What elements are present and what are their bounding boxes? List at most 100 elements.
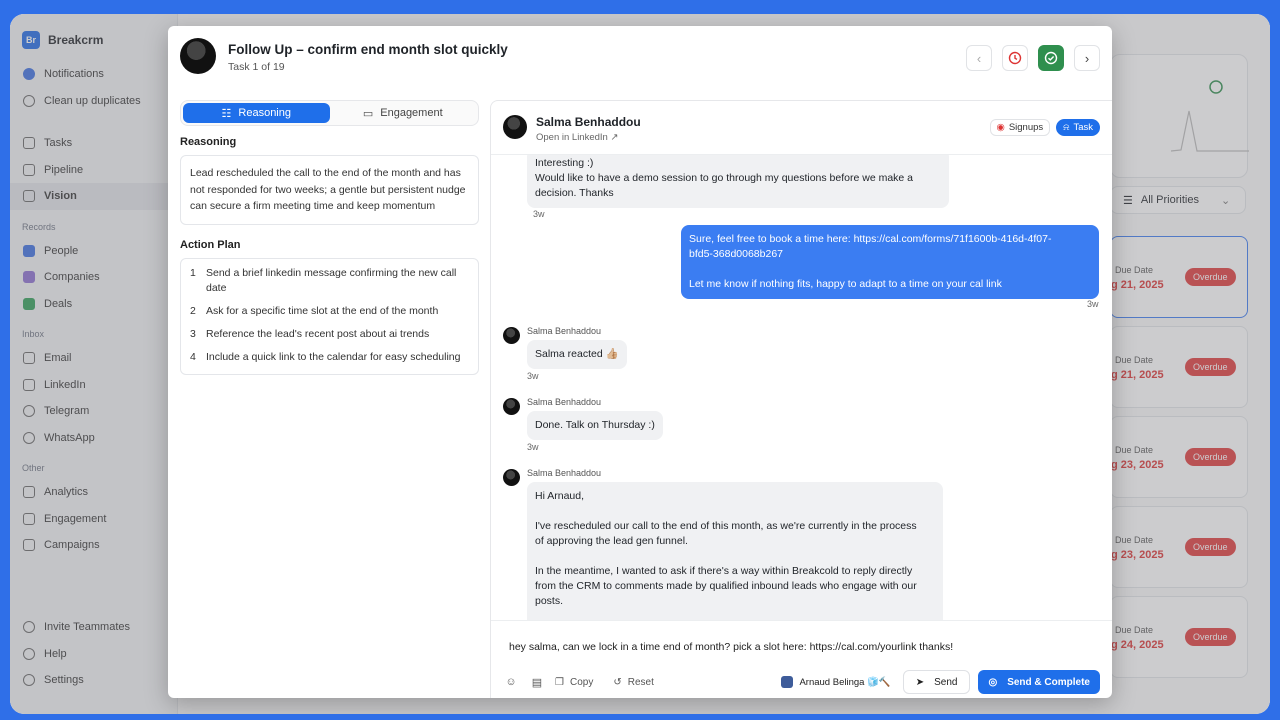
sender-selector[interactable]: Arnaud Belinga 🧊🔨 bbox=[781, 676, 891, 688]
message-line: Would like to have a demo session to go … bbox=[535, 172, 914, 184]
message-icon: ▭ bbox=[362, 107, 374, 120]
button-label: Reset bbox=[627, 676, 654, 688]
avatar bbox=[781, 676, 794, 688]
message-input[interactable]: hey salma, can we lock in a time end of … bbox=[509, 641, 953, 653]
avatar bbox=[503, 469, 520, 486]
message-line: Sure, feel free to book a time here: htt… bbox=[689, 233, 1052, 245]
task-counter: Task 1 of 19 bbox=[228, 61, 285, 73]
copy-icon: ❐ bbox=[555, 676, 564, 688]
step-number: 3 bbox=[190, 327, 196, 340]
action-plan-heading: Action Plan bbox=[180, 238, 241, 251]
complete-button[interactable] bbox=[1038, 45, 1064, 71]
message-bubble-incoming: Done. Talk on Thursday :) bbox=[527, 411, 663, 440]
avatar bbox=[503, 327, 520, 344]
step-number: 2 bbox=[190, 304, 196, 317]
target-icon: ◉ bbox=[996, 122, 1005, 133]
avatar bbox=[180, 38, 216, 74]
tab-engagement[interactable]: ▭ Engagement bbox=[330, 103, 477, 123]
chevron-left-icon: ‹ bbox=[976, 50, 982, 66]
signups-tag[interactable]: ◉ Signups bbox=[989, 119, 1051, 136]
reasoning-text: Lead rescheduled the call to the end of … bbox=[180, 155, 479, 225]
message-line: Hi Arnaud, bbox=[535, 490, 585, 502]
previous-task-button[interactable]: ‹ bbox=[966, 45, 992, 71]
button-label: Copy bbox=[569, 676, 594, 688]
step-text: Send a brief linkedin message confirming… bbox=[206, 266, 457, 294]
brain-icon: ☷ bbox=[221, 107, 232, 120]
step-text: Ask for a specific time slot at the end … bbox=[206, 304, 439, 317]
message-text: Salma reacted 👍🏼 bbox=[535, 348, 619, 360]
page-title: Follow Up – confirm end month slot quick… bbox=[228, 42, 508, 57]
message-line: of approving the lead gen funnel. bbox=[535, 535, 688, 547]
sender-name: Arnaud Belinga 🧊🔨 bbox=[799, 676, 891, 688]
template-icon[interactable]: ▤ bbox=[529, 674, 545, 690]
message-line: Interesting :) bbox=[535, 157, 594, 169]
next-task-button[interactable]: › bbox=[1074, 45, 1100, 71]
link-label: Open in LinkedIn bbox=[536, 132, 608, 143]
send-complete-button[interactable]: ◎ Send & Complete bbox=[978, 670, 1100, 694]
message-line: Let me know if nothing fits, happy to ad… bbox=[689, 278, 1002, 290]
message-line: In the meantime, I wanted to ask if ther… bbox=[535, 565, 913, 577]
action-plan-list: 1 Send a brief linkedin message confirmin… bbox=[180, 257, 479, 375]
avatar bbox=[503, 115, 527, 139]
button-label: Send bbox=[934, 676, 958, 688]
list-item: 3 Reference the lead's recent post about … bbox=[190, 327, 469, 342]
clock-icon bbox=[1008, 51, 1022, 65]
send-button[interactable]: ➤ Send bbox=[902, 670, 971, 694]
step-text: Include a quick link to the calendar for… bbox=[206, 350, 461, 363]
reset-button[interactable]: ↺ Reset bbox=[613, 677, 654, 688]
message-composer: hey salma, can we lock in a time end of … bbox=[491, 620, 1112, 698]
bell-icon: ⍾ bbox=[1063, 122, 1070, 133]
message-line: decision. Thanks bbox=[535, 187, 614, 199]
tag-label: Signups bbox=[1008, 122, 1044, 133]
composer-toolbar: ☺ ▤ ❐ Copy ↺ Reset Arnaud Belinga 🧊🔨 ➤ Send… bbox=[503, 670, 1100, 694]
emoji-icon[interactable]: ☺ bbox=[503, 674, 519, 690]
contact-name: Salma Benhaddou bbox=[536, 115, 641, 129]
message-line: I've rescheduled our call to the end of … bbox=[535, 520, 917, 532]
panel-tabs: ☷ Reasoning ▭ Engagement bbox=[180, 100, 479, 126]
tab-label: Reasoning bbox=[238, 107, 291, 119]
message-text: Done. Talk on Thursday :) bbox=[535, 419, 655, 431]
message-line: from the CRM to comments made by qualifi… bbox=[535, 580, 917, 592]
message-timestamp: 3w bbox=[527, 371, 539, 381]
message-line: posts. bbox=[535, 595, 564, 607]
contact-header: Salma Benhaddou Open in LinkedIn ↗ ◉ Sign… bbox=[491, 101, 1112, 155]
message-sender: Salma Benhaddou bbox=[527, 468, 602, 478]
tab-label: Engagement bbox=[380, 107, 443, 119]
open-linkedin-link[interactable]: Open in LinkedIn ↗ bbox=[536, 132, 618, 143]
message-timestamp: 3w bbox=[1087, 299, 1099, 309]
modal-nav: ‹ › bbox=[966, 45, 1100, 71]
app-window: Br Breakcrm Notifications Clean up dupli… bbox=[10, 14, 1270, 714]
message-bubble-incoming: Interesting :) Would like to have a demo… bbox=[527, 155, 949, 208]
step-number: 1 bbox=[190, 266, 196, 279]
list-item: 4 Include a quick link to the calendar fo… bbox=[190, 350, 469, 365]
send-icon: ➤ bbox=[915, 676, 925, 688]
step-number: 4 bbox=[190, 350, 196, 363]
snooze-button[interactable] bbox=[1002, 45, 1028, 71]
step-text: Reference the lead's recent post about a… bbox=[206, 327, 430, 340]
message-bubble-outgoing: Sure, feel free to book a time here: htt… bbox=[681, 225, 1099, 299]
contact-tags: ◉ Signups ⍾ Task bbox=[989, 119, 1100, 136]
message-gap bbox=[535, 504, 935, 519]
button-label: Send & Complete bbox=[1007, 676, 1090, 688]
chevron-right-icon: › bbox=[1084, 50, 1090, 66]
message-bubble-incoming: Hi Arnaud, I've rescheduled our call to … bbox=[527, 482, 943, 621]
message-thread[interactable]: Interesting :) Would like to have a demo… bbox=[491, 155, 1112, 621]
task-modal: Follow Up – confirm end month slot quick… bbox=[168, 26, 1112, 698]
reasoning-heading: Reasoning bbox=[180, 136, 237, 148]
message-gap bbox=[689, 262, 1091, 277]
check-circle-icon bbox=[1044, 51, 1058, 65]
list-item: 2 Ask for a specific time slot at the end… bbox=[190, 304, 469, 319]
message-bubble-incoming: Salma reacted 👍🏼 bbox=[527, 340, 627, 369]
reasoning-panel: ☷ Reasoning ▭ Engagement Reasoning Lead … bbox=[180, 100, 479, 375]
message-sender: Salma Benhaddou bbox=[527, 326, 602, 336]
reset-icon: ↺ bbox=[613, 676, 622, 688]
tab-reasoning[interactable]: ☷ Reasoning bbox=[183, 103, 330, 123]
modal-header: Follow Up – confirm end month slot quick… bbox=[168, 26, 1112, 86]
copy-button[interactable]: ❐ Copy bbox=[555, 677, 593, 688]
message-sender: Salma Benhaddou bbox=[527, 397, 602, 407]
message-line: bfd5-368d0068b267 bbox=[689, 248, 784, 260]
message-timestamp: 3w bbox=[527, 442, 539, 452]
conversation-panel: Salma Benhaddou Open in LinkedIn ↗ ◉ Sign… bbox=[490, 100, 1112, 698]
avatar bbox=[503, 398, 520, 415]
task-tag[interactable]: ⍾ Task bbox=[1056, 119, 1100, 136]
